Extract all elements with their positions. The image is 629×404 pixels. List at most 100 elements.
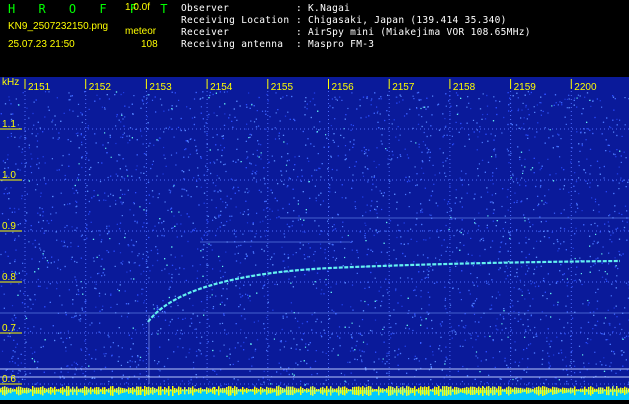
noise-pixel (163, 155, 164, 156)
noise-pixel (438, 237, 439, 238)
noise-pixel (336, 258, 337, 259)
noise-pixel (240, 296, 241, 297)
noise-pixel (561, 350, 562, 351)
noise-pixel (507, 124, 508, 125)
noise-pixel (288, 271, 289, 272)
noise-pixel (486, 209, 487, 210)
noise-pixel (484, 249, 485, 250)
noise-pixel (375, 278, 376, 279)
noise-pixel (445, 300, 446, 301)
noise-pixel (184, 149, 185, 150)
noise-pixel (277, 284, 278, 285)
noise-pixel (390, 220, 391, 221)
noise-pixel (341, 100, 342, 101)
noise-pixel (322, 163, 323, 164)
noise-pixel (494, 148, 495, 149)
noise-pixel (36, 135, 37, 136)
noise-pixel (573, 186, 574, 187)
noise-pixel (15, 317, 16, 318)
noise-pixel (72, 188, 73, 189)
noise-pixel (428, 274, 429, 275)
noise-pixel (90, 277, 91, 278)
noise-pixel (271, 257, 272, 258)
noise-pixel (231, 179, 232, 180)
noise-pixel (315, 281, 316, 282)
noise-pixel (561, 352, 562, 353)
noise-pixel (152, 265, 153, 266)
noise-pixel (117, 175, 118, 176)
noise-pixel (452, 338, 453, 339)
noise-pixel (30, 331, 31, 332)
noise-pixel (323, 293, 324, 294)
noise-pixel (207, 297, 208, 298)
noise-pixel (25, 374, 26, 375)
noise-pixel (590, 106, 591, 107)
noise-pixel (241, 315, 242, 316)
noise-pixel (591, 197, 592, 198)
noise-pixel (178, 100, 179, 101)
noise-pixel (576, 203, 577, 204)
noise-pixel (215, 235, 216, 236)
noise-pixel (507, 268, 508, 269)
noise-pixel (263, 378, 264, 379)
noise-pixel (170, 321, 171, 322)
noise-pixel (6, 370, 7, 371)
noise-pixel (134, 203, 135, 204)
noise-pixel (92, 377, 93, 378)
noise-pixel (182, 189, 183, 190)
noise-pixel (187, 241, 188, 242)
noise-pixel (196, 181, 197, 182)
noise-pixel (204, 235, 205, 236)
noise-pixel (47, 260, 48, 261)
noise-pixel (507, 189, 508, 190)
noise-pixel (292, 221, 293, 222)
noise-pixel (550, 316, 551, 317)
noise-pixel (95, 359, 96, 360)
noise-pixel (224, 225, 225, 226)
noise-pixel (74, 230, 75, 231)
noise-pixel (235, 347, 236, 348)
noise-pixel (52, 196, 53, 197)
noise-pixel (183, 268, 184, 269)
noise-pixel (590, 256, 591, 257)
noise-pixel (605, 317, 606, 318)
noise-pixel (395, 290, 396, 291)
noise-pixel (619, 251, 620, 252)
noise-pixel (294, 276, 295, 277)
noise-pixel (237, 342, 238, 343)
noise-pixel (130, 127, 131, 128)
noise-pixel (12, 113, 13, 114)
noise-pixel (136, 241, 137, 242)
noise-pixel (282, 97, 283, 98)
noise-pixel (74, 362, 75, 363)
noise-pixel (143, 302, 144, 303)
noise-pixel (164, 380, 165, 381)
noise-pixel (212, 268, 213, 269)
noise-pixel (35, 240, 36, 241)
noise-pixel (86, 157, 87, 158)
noise-pixel (161, 222, 162, 223)
noise-pixel (81, 167, 82, 168)
noise-pixel (416, 108, 417, 109)
noise-pixel (419, 146, 420, 147)
noise-pixel (207, 234, 208, 235)
noise-pixel (81, 144, 82, 145)
noise-pixel (234, 233, 235, 234)
noise-pixel (604, 371, 605, 372)
noise-pixel (127, 378, 128, 379)
noise-pixel (422, 230, 423, 231)
noise-pixel (245, 258, 246, 259)
noise-pixel (279, 133, 280, 134)
noise-pixel (42, 215, 43, 216)
noise-pixel (421, 279, 422, 280)
noise-pixel (479, 126, 480, 127)
noise-pixel (622, 366, 623, 367)
noise-pixel (445, 298, 446, 299)
noise-pixel (462, 184, 463, 185)
noise-pixel (386, 110, 387, 111)
noise-pixel (534, 112, 535, 113)
noise-pixel (77, 192, 78, 193)
noise-pixel (218, 216, 219, 217)
noise-pixel (133, 245, 134, 246)
noise-pixel (553, 305, 554, 306)
